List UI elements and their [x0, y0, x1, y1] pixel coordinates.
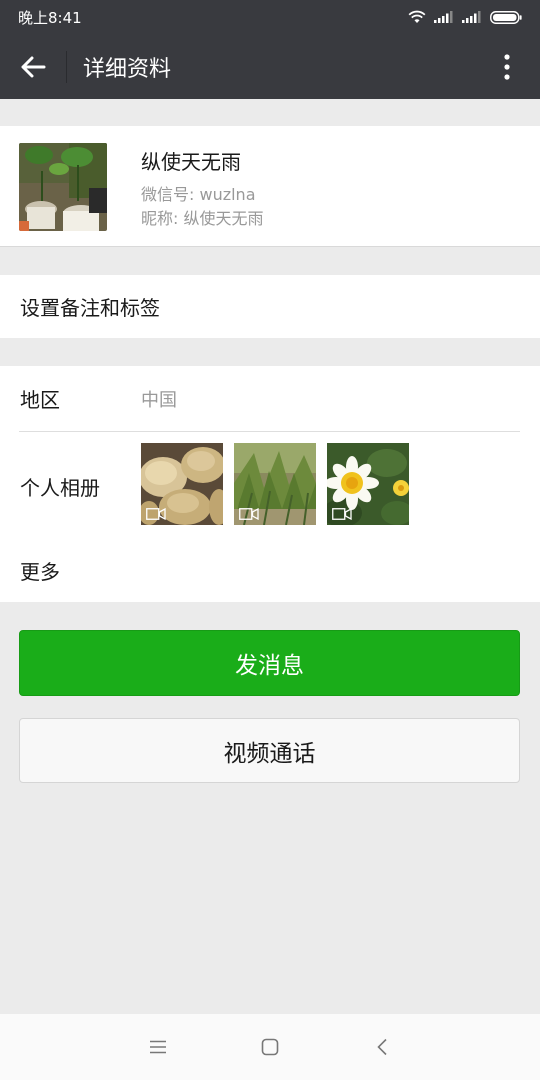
menu-button[interactable] [128, 1014, 188, 1080]
avatar[interactable] [19, 143, 107, 231]
status-time: 晚上8:41 [18, 8, 82, 27]
home-button[interactable] [240, 1014, 300, 1080]
battery-icon [490, 10, 522, 24]
profile-card: 纵使天无雨 微信号: wuzlna 昵称: 纵使天无雨 [0, 126, 540, 247]
back-button[interactable] [0, 34, 66, 99]
header-divider [66, 50, 67, 83]
region-label: 地区 [20, 388, 60, 412]
video-call-button[interactable]: 视频通话 [19, 718, 520, 783]
album-thumb-crops[interactable] [234, 443, 316, 525]
wechat-id: 微信号: wuzlna [141, 185, 256, 204]
profile-info: 纵使天无雨 微信号: wuzlna 昵称: 纵使天无雨 [141, 146, 263, 231]
album-label: 个人相册 [20, 476, 100, 500]
info-block: 地区 中国 个人相册 更多 [0, 366, 540, 602]
region-row: 地区 中国 [0, 366, 540, 431]
home-icon [261, 1038, 279, 1056]
more-options-button[interactable] [474, 34, 540, 99]
signal-icon [434, 11, 453, 23]
video-icon [332, 508, 352, 520]
nickname: 昵称: 纵使天无雨 [141, 209, 264, 228]
album-thumb-potatoes[interactable] [141, 443, 223, 525]
divider [19, 431, 520, 432]
back-icon [377, 1038, 387, 1056]
album-thumb-flower[interactable] [327, 443, 409, 525]
menu-icon [150, 1040, 166, 1054]
avatar-photo [19, 143, 107, 231]
video-icon [146, 508, 166, 520]
status-icons [408, 10, 522, 24]
more-vertical-icon [504, 53, 510, 80]
remark-label: 设置备注和标签 [20, 296, 160, 320]
profile-name: 纵使天无雨 [141, 150, 241, 174]
album-row[interactable] [141, 443, 409, 525]
system-nav-bar [0, 1014, 540, 1080]
set-remark-and-tags[interactable]: 设置备注和标签 [0, 275, 540, 338]
action-bar: 详细资料 [0, 34, 540, 99]
more-row[interactable]: 更多 [20, 556, 60, 585]
signal-icon [462, 11, 481, 23]
region-value: 中国 [141, 389, 177, 411]
video-icon [239, 508, 259, 520]
arrow-left-icon [21, 56, 46, 77]
status-bar: 晚上8:41 [0, 0, 540, 34]
system-back-button[interactable] [352, 1014, 412, 1080]
page-title: 详细资料 [83, 56, 172, 82]
wifi-icon [408, 10, 426, 23]
send-message-button[interactable]: 发消息 [19, 630, 520, 696]
